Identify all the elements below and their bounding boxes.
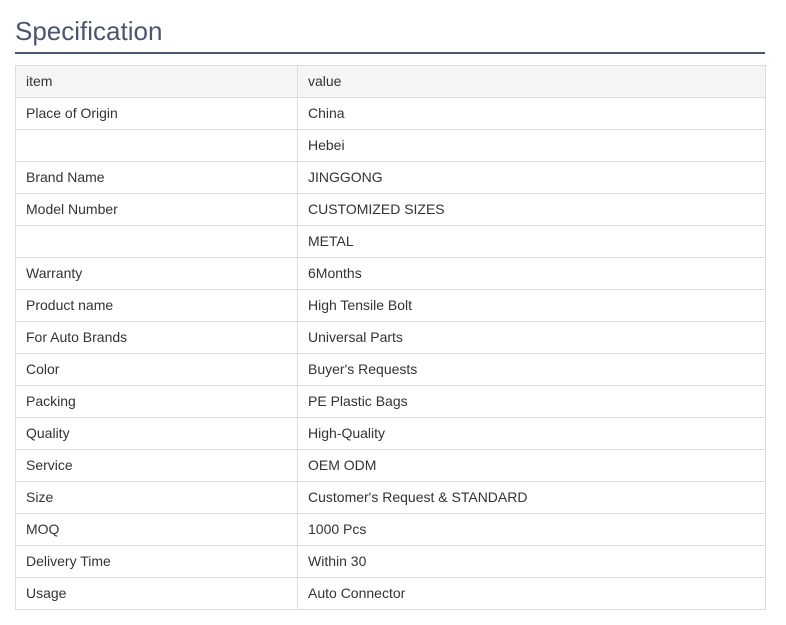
header-cell-item: item [15,65,298,98]
item-cell: For Auto Brands [15,321,298,354]
table-row: Color Buyer's Requests [15,353,766,386]
item-cell: Usage [15,577,298,610]
table-row: METAL [15,225,766,258]
item-cell [15,129,298,162]
table-row: Delivery Time Within 30 [15,545,766,578]
table-row: Product name High Tensile Bolt [15,289,766,322]
table-row: Usage Auto Connector [15,577,766,610]
table-row: Brand Name JINGGONG [15,161,766,194]
value-cell: OEM ODM [297,449,766,482]
item-cell: MOQ [15,513,298,546]
value-cell: Hebei [297,129,766,162]
value-cell: Auto Connector [297,577,766,610]
value-cell: Customer's Request & STANDARD [297,481,766,514]
table-row: Service OEM ODM [15,449,766,482]
value-cell: Universal Parts [297,321,766,354]
item-cell: Quality [15,417,298,450]
specification-section: Specification item value Place of Origin… [15,0,766,610]
spec-table: item value Place of Origin China Hebei B… [15,65,766,610]
value-cell: CUSTOMIZED SIZES [297,193,766,226]
header-cell-value: value [297,65,766,98]
item-cell: Warranty [15,257,298,290]
value-cell: Within 30 [297,545,766,578]
table-row: Model Number CUSTOMIZED SIZES [15,193,766,226]
item-cell: Brand Name [15,161,298,194]
item-cell: Delivery Time [15,545,298,578]
item-cell: Model Number [15,193,298,226]
table-row: Place of Origin China [15,97,766,130]
table-row: Packing PE Plastic Bags [15,385,766,418]
item-cell: Product name [15,289,298,322]
table-header-row: item value [15,65,766,98]
item-cell: Color [15,353,298,386]
value-cell: 6Months [297,257,766,290]
value-cell: METAL [297,225,766,258]
table-row: Size Customer's Request & STANDARD [15,481,766,514]
table-row: Warranty 6Months [15,257,766,290]
item-cell [15,225,298,258]
table-row: Hebei [15,129,766,162]
item-cell: Size [15,481,298,514]
item-cell: Place of Origin [15,97,298,130]
value-cell: 1000 Pcs [297,513,766,546]
item-cell: Service [15,449,298,482]
table-row: For Auto Brands Universal Parts [15,321,766,354]
table-row: Quality High-Quality [15,417,766,450]
table-row: MOQ 1000 Pcs [15,513,766,546]
value-cell: China [297,97,766,130]
value-cell: High-Quality [297,417,766,450]
item-cell: Packing [15,385,298,418]
value-cell: High Tensile Bolt [297,289,766,322]
section-title: Specification [15,0,765,54]
value-cell: PE Plastic Bags [297,385,766,418]
value-cell: JINGGONG [297,161,766,194]
spec-table-body: item value Place of Origin China Hebei B… [15,65,766,610]
value-cell: Buyer's Requests [297,353,766,386]
